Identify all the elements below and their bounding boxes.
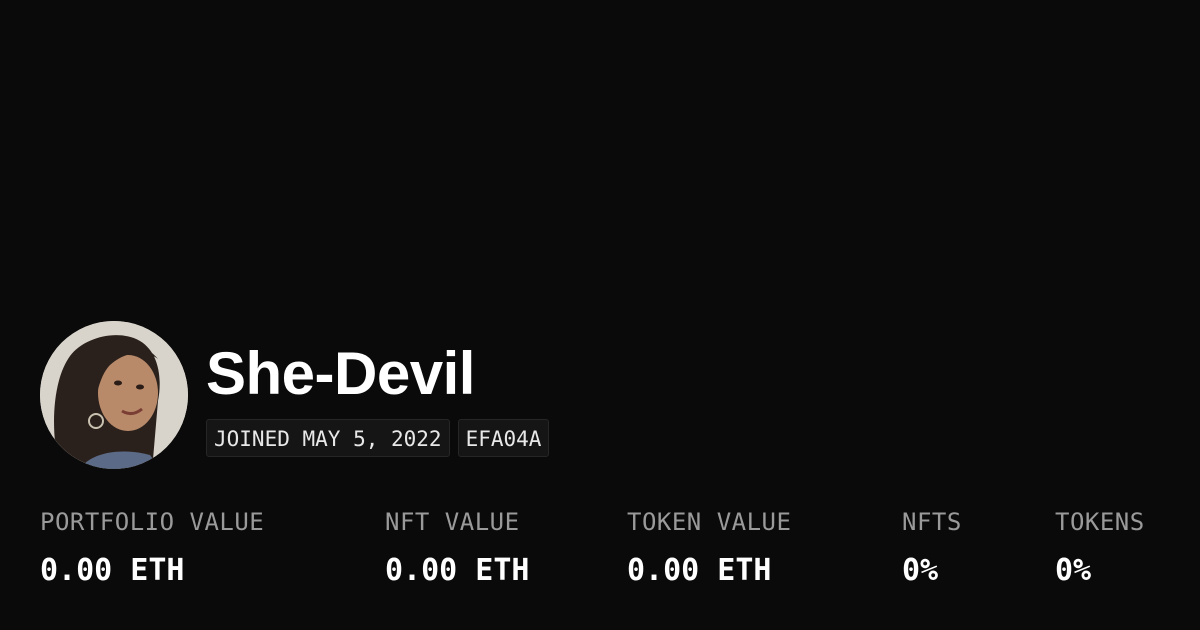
joined-date-badge: JOINED MAY 5, 2022 [206,419,450,457]
stat-label: TOKEN VALUE [627,508,792,536]
stat-value: 0.00 ETH [627,553,772,588]
stat-nft-value: NFT VALUE 0.00 ETH [385,505,530,589]
stat-portfolio-value: PORTFOLIO VALUE 0.00 ETH [40,505,264,589]
profile-card: She-Devil JOINED MAY 5, 2022 EFA04A PORT… [0,0,1200,630]
profile-badges: JOINED MAY 5, 2022 EFA04A [206,419,550,457]
stat-token-value: TOKEN VALUE 0.00 ETH [627,505,791,589]
stat-label: PORTFOLIO VALUE [40,508,265,536]
stat-value: 0.00 ETH [385,553,530,588]
stat-tokens: TOKENS 0% [1055,505,1145,589]
stat-value: 0% [1055,553,1092,588]
stat-value: 0% [902,553,939,588]
stat-label: NFT VALUE [385,508,520,536]
stat-nfts: NFTS 0% [902,505,962,589]
stat-label: TOKENS [1055,508,1145,536]
avatar [40,321,188,469]
profile-name: She-Devil [206,340,475,407]
stat-label: NFTS [902,508,962,536]
address-hash-badge: EFA04A [457,419,550,457]
avatar-image [40,321,188,469]
stat-value: 0.00 ETH [40,553,185,588]
